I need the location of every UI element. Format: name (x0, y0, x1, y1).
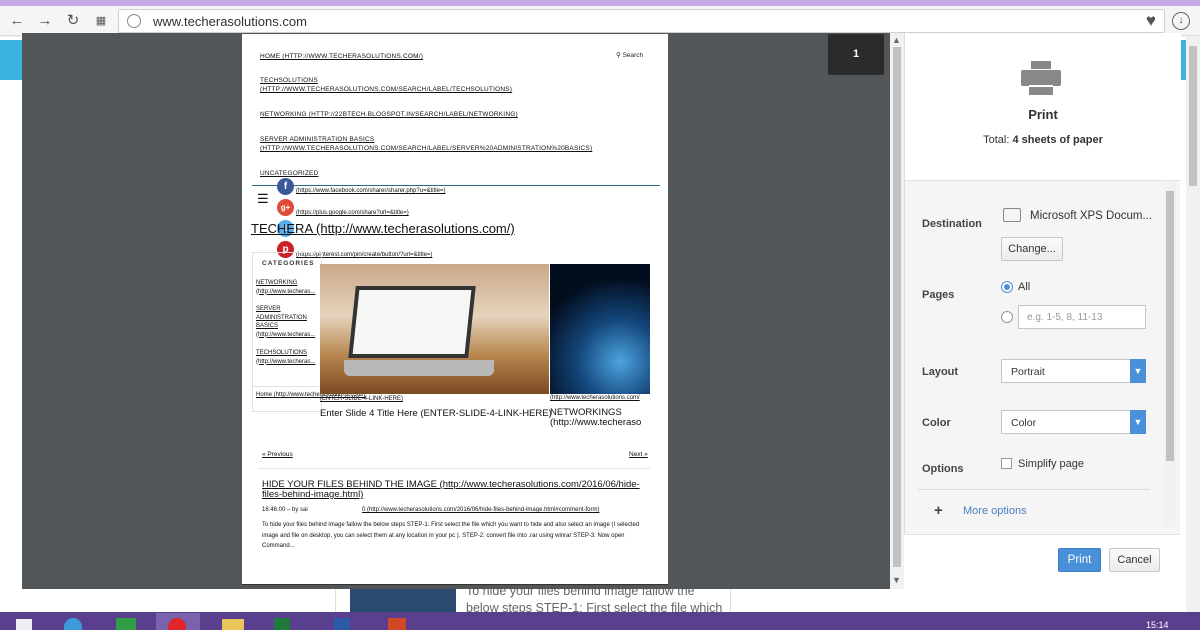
ie-icon[interactable] (52, 613, 96, 630)
sheet-nav-uncategorized: UNCATEGORIZED (260, 170, 319, 177)
color-label: Color (922, 417, 951, 429)
slide1-title: Enter Slide 4 Title Here (ENTER-SLIDE-4-… (320, 408, 552, 419)
sheet-previous-link: « Previous (262, 451, 293, 458)
print-title: Print (1028, 107, 1058, 122)
printer-icon (1021, 61, 1061, 95)
scroll-up-icon[interactable]: ▲ (892, 35, 901, 45)
apps-grid-icon[interactable]: ▦ (92, 12, 110, 30)
store-icon[interactable] (104, 613, 148, 630)
sheet-category-item: TECHSOLUTIONS (http://www.techeras... (256, 350, 316, 365)
powerpoint-icon[interactable] (376, 613, 420, 630)
pages-custom-radio[interactable] (1001, 311, 1013, 323)
sheet-search-label: Search (622, 52, 644, 59)
change-destination-button[interactable]: Change... (1001, 237, 1063, 261)
preview-scrollbar-thumb[interactable] (893, 47, 901, 567)
preview-scrollbar[interactable]: ▲ ▼ (890, 33, 904, 589)
print-header: Print Total: 4 sheets of paper (905, 33, 1181, 181)
sheet-post-title: HIDE YOUR FILES BEHIND THE IMAGE (http:/… (262, 479, 640, 500)
browser-toolbar: ← → ↻ ▦ www.techerasolutions.com ♥ ↓ (0, 6, 1200, 36)
sheet-search: ⚲ Search (616, 52, 644, 59)
slide2-title: NETWORKINGS (http://www.techeraso (550, 408, 642, 428)
simplify-page-label: Simplify page (1018, 458, 1085, 470)
sheet-nav-server-admin: SERVER ADMINISTRATION BASICS (HTTP://WWW… (260, 136, 593, 152)
sheet-bottom-edge (242, 584, 668, 585)
layout-label: Layout (922, 366, 959, 378)
chevron-down-icon: ▼ (1130, 410, 1146, 434)
site-info-icon[interactable] (127, 14, 141, 28)
opera-icon[interactable] (156, 613, 200, 630)
slide2-caption: (http://www.techerasolutions.com/ (550, 395, 640, 401)
destination-label: Destination (922, 218, 982, 230)
page-scrollbar[interactable] (1186, 36, 1200, 612)
bookmark-heart-icon[interactable]: ♥ (1146, 11, 1156, 31)
reload-icon[interactable]: ↻ (64, 12, 82, 30)
hamburger-menu-icon: ☰ (257, 191, 269, 206)
laptop-screen-shape (348, 286, 476, 358)
facebook-icon: f (277, 178, 294, 195)
sheet-next-link: Next » (629, 451, 648, 458)
sheet-category-item: SERVER ADMINISTRATION BASICS (http://www… (256, 306, 316, 338)
print-total: Total: 4 sheets of paper (905, 134, 1181, 146)
options-divider (918, 489, 1150, 490)
simplify-page-checkbox[interactable] (1001, 458, 1012, 469)
scroll-down-icon[interactable]: ▼ (892, 575, 901, 585)
chevron-down-icon: ▼ (1130, 359, 1146, 383)
plus-icon[interactable]: + (934, 502, 943, 519)
taskbar-clock: 15:14 (1146, 620, 1169, 630)
sheet-header-rule (252, 185, 660, 186)
print-total-prefix: Total: (983, 134, 1013, 146)
layout-select-value: Portrait (1011, 366, 1045, 378)
download-icon[interactable]: ↓ (1172, 12, 1190, 30)
social-link-google: (https://plus.google.com/share?url=&titl… (296, 210, 409, 216)
excel-icon[interactable] (260, 613, 304, 630)
slide1-caption: (ENTER-SLIDE-4-LINK-HERE) (320, 396, 404, 402)
page-header-band-left (0, 40, 22, 80)
destination-value: Microsoft XPS Docum... (1030, 210, 1153, 222)
address-url: www.techerasolutions.com (153, 14, 307, 29)
sheet-category-item: NETWORKING (http://www.techeras... (256, 280, 316, 295)
forward-arrow-icon[interactable]: → (36, 12, 54, 30)
color-select-value: Color (1011, 417, 1037, 429)
google-plus-icon: g+ (277, 199, 294, 216)
pages-all-radio[interactable] (1001, 281, 1013, 293)
sheet-nav-networking: NETWORKING (HTTP://22BTECH.BLOGSPOT.IN/S… (260, 111, 518, 118)
sheet-categories-title: CATEGORIES (262, 260, 315, 267)
sheet-post-meta: 16:46:00 – by sai (262, 507, 308, 513)
address-bar[interactable]: www.techerasolutions.com ♥ (118, 9, 1165, 33)
sheet-post-comments: 0 (http://www.techerasolutions.com/2016/… (362, 507, 600, 513)
windows-start-icon[interactable] (6, 613, 50, 630)
cancel-button[interactable]: Cancel (1109, 548, 1160, 572)
social-link-facebook: (https://www.facebook.com/sharer/sharer.… (296, 188, 446, 194)
page-scrollbar-thumb[interactable] (1189, 46, 1197, 186)
sheet-nav-home: HOME (HTTP://WWW.TECHERASOLUTIONS.COM/) (260, 53, 424, 60)
options-label: Options (922, 463, 964, 475)
sheet-nav-techsolutions: TECHSOLUTIONS (HTTP://WWW.TECHERASOLUTIO… (260, 77, 513, 93)
pages-range-input[interactable]: e.g. 1-5, 8, 11-13 (1018, 305, 1146, 329)
pages-label: Pages (922, 289, 955, 301)
print-button[interactable]: Print (1058, 548, 1101, 572)
word-icon[interactable] (320, 613, 364, 630)
printer-destination-icon (1003, 208, 1021, 222)
laptop-base-shape (344, 360, 494, 376)
preview-sheet: HOME (HTTP://WWW.TECHERASOLUTIONS.COM/) … (242, 34, 668, 584)
layout-select[interactable]: Portrait ▼ (1001, 359, 1146, 383)
color-select[interactable]: Color ▼ (1001, 410, 1146, 434)
more-options-link[interactable]: More options (963, 505, 1027, 517)
sheet-site-title: TECHERA (http://www.techerasolutions.com… (251, 221, 515, 236)
settings-scrollbar-thumb[interactable] (1166, 191, 1174, 461)
back-arrow-icon[interactable]: ← (8, 12, 26, 30)
sheet-post-rule (258, 468, 650, 469)
settings-scrollbar[interactable] (1164, 181, 1176, 527)
sheet-post-body: To hide your files behind image fallow t… (262, 522, 640, 549)
folder-icon[interactable] (210, 613, 254, 630)
pages-all-label: All (1018, 281, 1031, 293)
slide-image-globe (550, 264, 650, 394)
print-total-value: 4 sheets of paper (1012, 134, 1103, 146)
page-number-badge: 1 (828, 34, 884, 75)
